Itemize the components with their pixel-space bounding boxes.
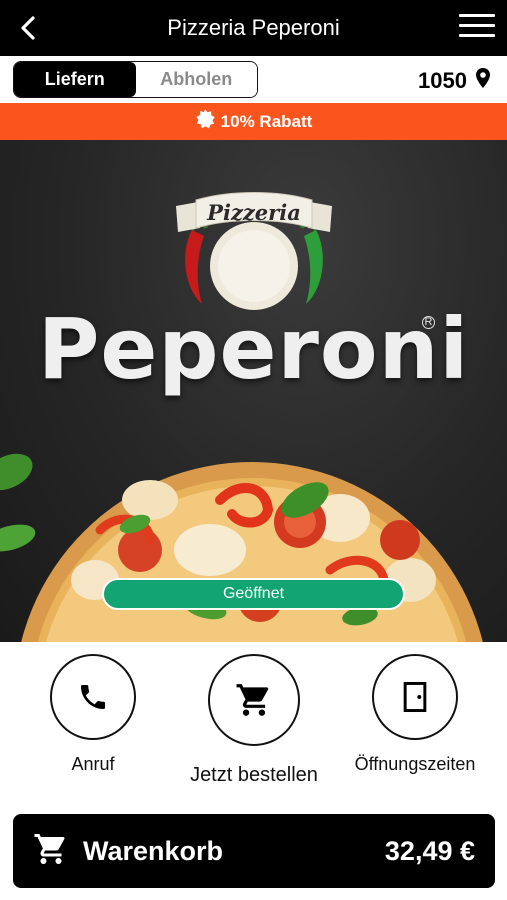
call-button[interactable]: Anruf [44,654,142,775]
open-status-badge[interactable]: Geöffnet [102,578,405,610]
door-icon [372,654,458,740]
badge-icon [195,109,215,134]
cart-button[interactable]: Warenkorb 32,49 € [13,814,495,888]
postal-code: 1050 [418,67,467,93]
opening-hours-button[interactable]: Öffnungszeiten [350,654,480,775]
order-now-button[interactable]: Jetzt bestellen [190,654,318,787]
shopping-cart-icon [33,831,69,872]
delivery-mode-toggle: Liefern Abholen [13,61,258,98]
promo-banner[interactable]: 10% Rabatt [0,103,507,140]
postal-code-selector[interactable]: 1050 [418,67,491,94]
pizzeria-logo-emblem: Pizzeria [176,192,332,310]
order-mode-bar: Liefern Abholen 1050 [0,56,507,102]
logo-banner-text: Pizzeria [206,200,301,225]
promo-text: 10% Rabatt [220,111,313,131]
map-pin-icon [475,67,491,94]
opening-hours-label: Öffnungszeiten [354,754,476,774]
mode-option-pickup[interactable]: Abholen [135,62,257,97]
brand-name: Peperoni [37,300,470,398]
call-label: Anruf [71,754,115,774]
hero-banner: Pizzeria Peperoni R Geöffnet [0,140,507,642]
hamburger-menu-icon[interactable] [459,14,495,42]
quick-actions: Anruf Jetzt bestellen Öffnungszeiten [0,642,507,792]
mode-option-delivery[interactable]: Liefern [14,62,136,97]
order-now-label: Jetzt bestellen [190,764,318,786]
registered-mark: R [422,316,435,329]
pizza-image [0,453,483,642]
top-app-bar: Pizzeria Peperoni [0,0,507,56]
page-title: Pizzeria Peperoni [167,15,340,40]
cart-label: Warenkorb [83,835,224,866]
phone-icon [50,654,136,740]
shopping-cart-icon [208,654,300,746]
cart-total: 32,49 € [384,835,475,866]
